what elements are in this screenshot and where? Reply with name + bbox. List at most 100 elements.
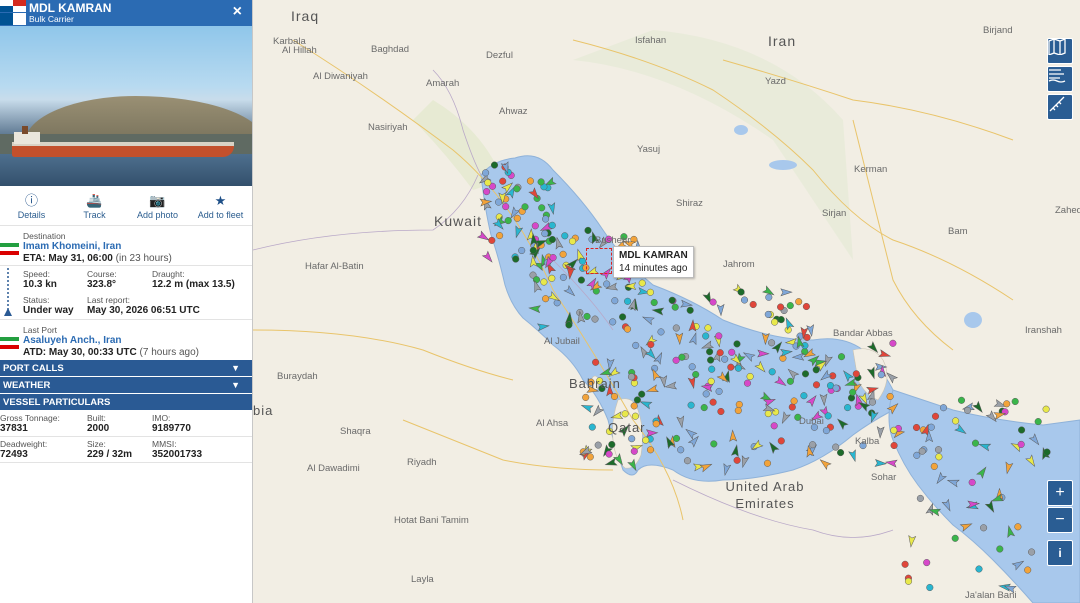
vessel-marker[interactable] [687,401,695,409]
vessel-marker[interactable] [877,371,885,379]
vessel-marker[interactable] [710,440,718,448]
vessel-marker[interactable] [735,400,743,409]
vessel-marker[interactable] [1028,548,1036,556]
vessel-marker[interactable] [930,462,938,470]
vessel-marker[interactable] [964,406,972,414]
vessel-marker[interactable] [638,390,646,398]
vessel-marker[interactable] [935,453,943,461]
vessel-marker[interactable] [624,297,632,305]
vessel-marker[interactable] [568,237,577,245]
vessel-marker[interactable] [765,293,773,301]
vessel-marker[interactable] [678,353,686,361]
vessel-marker[interactable] [652,420,660,428]
vessel-marker[interactable] [537,178,545,186]
vessel-marker[interactable] [502,203,510,211]
vessel-marker[interactable] [777,303,785,311]
vessel-marker[interactable] [849,388,857,396]
vessel-marker[interactable] [812,366,820,374]
vessel-marker[interactable] [812,381,821,389]
vessel-marker[interactable] [996,545,1004,553]
vessel-marker[interactable] [512,255,520,263]
vessel-marker[interactable] [795,298,803,306]
vessel-marker[interactable] [734,364,742,372]
close-icon[interactable]: × [233,3,242,21]
vessel-marker[interactable] [584,226,592,234]
vessel-marker[interactable] [630,447,638,455]
vessel-marker[interactable] [852,370,860,378]
vessel-marker[interactable] [688,363,696,371]
vessel-marker[interactable] [495,198,503,206]
vessel-marker[interactable] [971,439,980,447]
vessel-marker[interactable] [1034,418,1042,426]
vessel-marker[interactable] [559,250,567,258]
vessel-marker[interactable] [746,372,754,381]
vessel-marker[interactable] [513,214,521,222]
vessel-marker[interactable] [1011,397,1019,406]
vessel-marker[interactable] [548,235,556,244]
vessel-marker[interactable] [901,560,909,568]
vessel-marker[interactable] [540,278,548,286]
vessel-marker[interactable] [632,341,640,349]
vessel-marker[interactable] [603,280,611,288]
vessel-marker[interactable] [777,316,785,324]
add-photo-button[interactable]: 📷 Add photo [126,186,189,225]
vessel-marker[interactable] [707,356,715,364]
vessel-marker[interactable] [619,313,627,321]
vessel-marker[interactable] [951,534,959,542]
vessel-marker[interactable] [628,435,636,443]
vessel-marker[interactable] [672,356,680,364]
vessel-marker[interactable] [490,161,499,169]
vessel-marker[interactable] [786,302,794,310]
zoom-out-button[interactable]: − [1047,507,1073,533]
map-canvas[interactable] [253,0,1080,603]
vessel-marker[interactable] [561,232,569,240]
vessel-marker[interactable] [592,358,600,366]
vessel-marker[interactable] [496,232,504,240]
measure-tool-button[interactable] [1047,94,1073,120]
vessel-marker[interactable] [672,324,680,332]
vessel-marker[interactable] [939,404,948,412]
vessel-marker[interactable] [717,407,725,416]
info-button[interactable]: i [1047,540,1073,566]
vessel-marker[interactable] [623,325,632,333]
vessel-marker[interactable] [609,318,617,326]
vessel-marker[interactable] [504,217,512,225]
port-calls-section[interactable]: PORT CALLS ▼ [0,360,252,377]
vessel-marker[interactable] [1017,440,1025,448]
vessel-particulars-section[interactable]: VESSEL PARTICULARS [0,394,252,411]
vessel-marker[interactable] [743,379,752,387]
vessel-marker[interactable] [721,355,729,363]
vessel-marker[interactable] [553,299,561,307]
vessel-marker[interactable] [541,230,549,238]
vessel-marker[interactable] [529,246,537,254]
vessel-marker[interactable] [1018,426,1026,434]
vessel-marker[interactable] [768,339,776,347]
vessel-marker[interactable] [837,449,845,457]
vessel-marker[interactable] [707,377,715,385]
vessel-marker[interactable] [702,390,710,398]
vessel-marker[interactable] [837,353,846,361]
vessel-marker[interactable] [591,404,605,418]
vessel-marker[interactable] [672,434,681,442]
vessel-marker[interactable] [716,303,725,317]
vessel-marker[interactable] [518,246,526,255]
vessel-marker[interactable] [708,365,716,373]
vessel-marker[interactable] [832,443,840,451]
vessel-marker[interactable] [630,402,638,410]
vessel-marker[interactable] [980,524,988,532]
vessel-marker[interactable] [591,315,599,323]
vessel-marker[interactable] [583,312,591,320]
vessel-marker[interactable] [481,250,494,264]
vessel-marker[interactable] [542,215,550,223]
track-button[interactable]: 🚢 Track [63,186,126,225]
vessel-marker[interactable] [692,370,700,379]
vessel-marker[interactable] [1014,523,1022,531]
vessel-marker[interactable] [671,303,679,311]
map-view[interactable]: Iraq Iran Kuwait Bahrain Qatar United Ar… [253,0,1080,603]
vessel-marker[interactable] [907,535,917,548]
details-button[interactable]: ⓘ Details [0,186,63,225]
vessel-marker[interactable] [733,456,741,464]
vessel-marker[interactable] [610,392,619,401]
vessel-marker[interactable] [715,332,723,340]
vessel-marker[interactable] [848,449,859,463]
